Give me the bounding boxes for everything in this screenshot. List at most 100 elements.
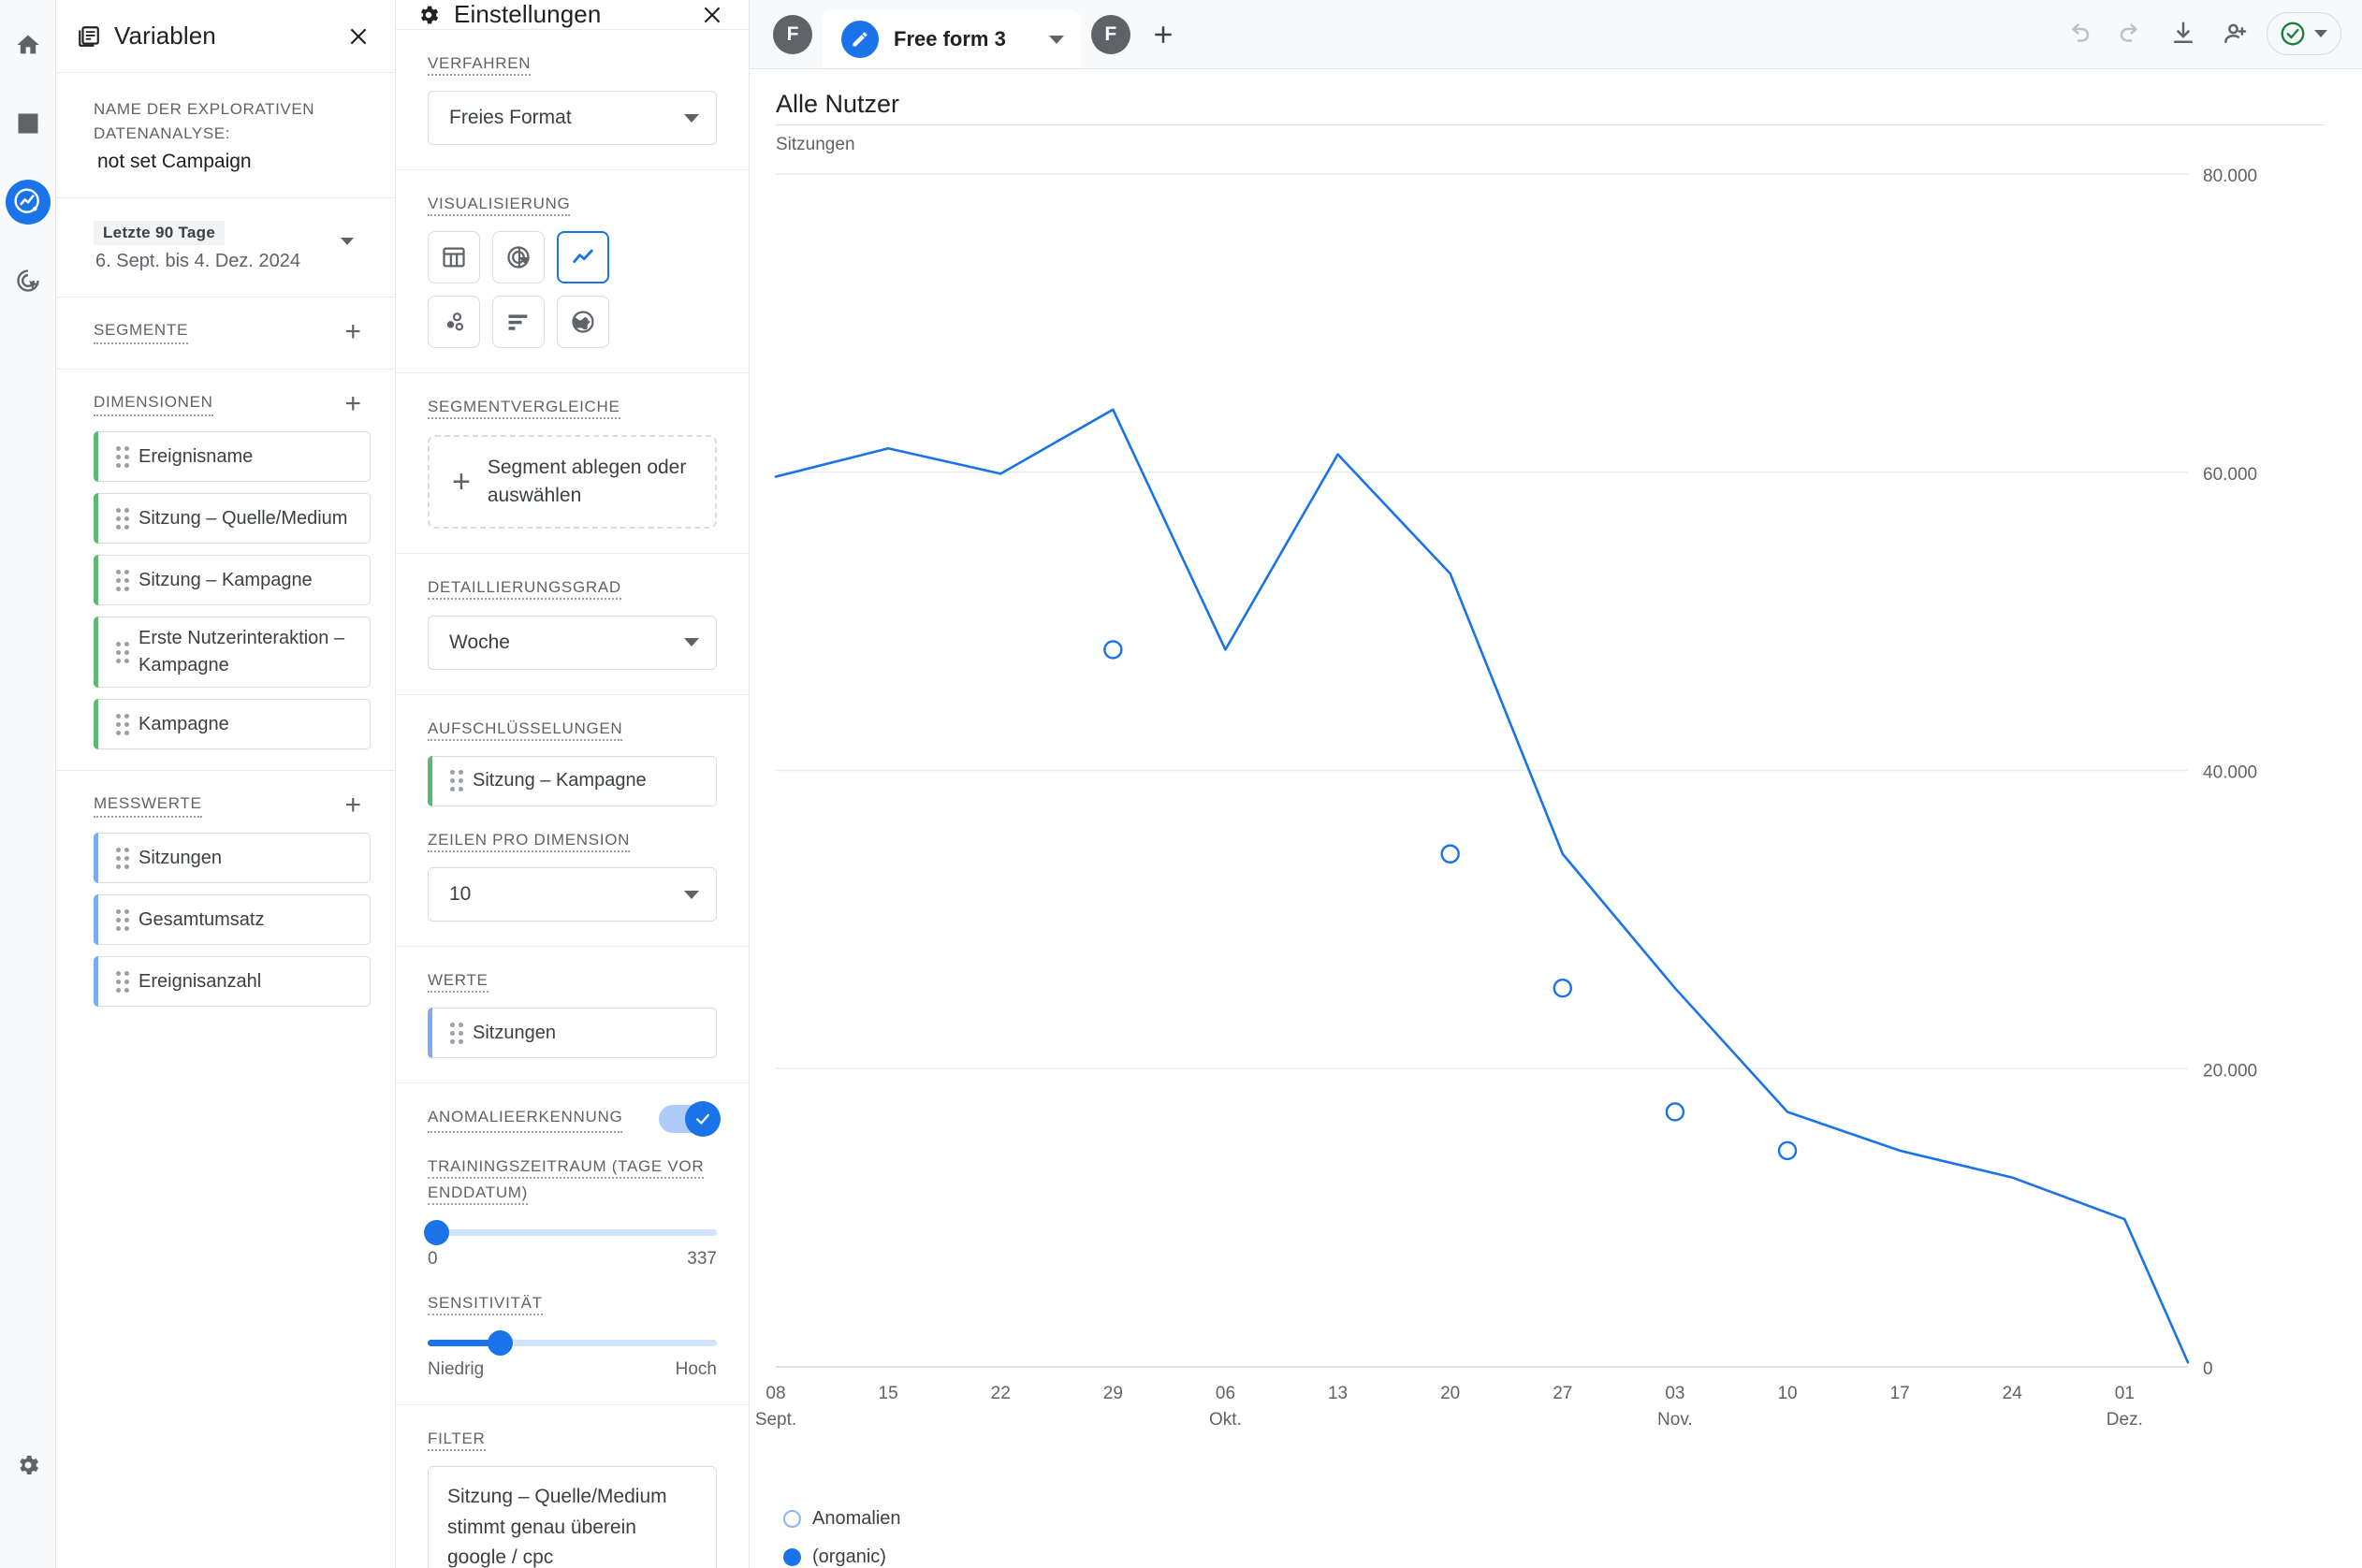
sidebar-item-advertising[interactable] <box>6 258 51 303</box>
filter-card[interactable]: Sitzung – Quelle/Medium stimmt genau übe… <box>428 1466 717 1568</box>
sensitivity-label: SENSITIVITÄT <box>428 1293 543 1315</box>
granularity-select[interactable]: Woche <box>428 615 717 670</box>
sidebar-item-admin[interactable] <box>6 1443 51 1488</box>
visualization-block: VISUALISIERUNG <box>396 170 749 374</box>
line-chart-plot[interactable]: 0 20.000 40.000 60.000 80.000 08 Sept. 15 22 29 06… <box>750 155 2362 1493</box>
chevron-down-icon[interactable] <box>1048 35 1064 44</box>
add-metric-button[interactable]: + <box>339 791 367 820</box>
settings-panel-title: Einstellungen <box>454 0 602 28</box>
gear-icon <box>19 1455 38 1475</box>
sensitivity-slider[interactable]: Niedrig Hoch <box>428 1329 717 1380</box>
undo-icon[interactable] <box>2057 12 2100 55</box>
drag-handle-icon[interactable] <box>107 713 139 735</box>
drag-handle-icon[interactable] <box>441 1022 473 1044</box>
tab-free-form-left[interactable]: F <box>766 8 819 61</box>
drag-handle-icon[interactable] <box>107 445 139 468</box>
status-check-icon <box>2281 22 2305 46</box>
geo-viz-icon[interactable] <box>557 296 609 349</box>
metric-chip[interactable]: Gesamtumsatz <box>94 894 371 945</box>
tab-free-form-right[interactable]: F <box>1085 8 1137 61</box>
tab-label: Free form 3 <box>894 27 1006 51</box>
metrics-title: MESSWERTE <box>94 794 202 818</box>
dimension-label: Kampagne <box>139 713 229 734</box>
dimension-label: Ereignisname <box>139 445 254 467</box>
share-user-icon[interactable] <box>2214 12 2257 55</box>
settings-panel-header: Einstellungen <box>396 0 749 30</box>
variables-panel-header: Variablen <box>56 0 395 73</box>
sidebar-item-reports[interactable] <box>6 101 51 146</box>
plus-icon: + <box>452 464 471 500</box>
dimension-chip[interactable]: Kampagne <box>94 699 371 749</box>
segment-drop-text: Segment ablegen oder auswählen <box>487 456 687 506</box>
legend-label: Anomalien <box>812 1508 901 1529</box>
status-badge[interactable] <box>2267 12 2341 55</box>
value-chip[interactable]: Sitzungen <box>428 1008 717 1059</box>
drag-handle-icon[interactable] <box>441 770 473 792</box>
legend-item-organic[interactable]: (organic) <box>783 1546 2362 1568</box>
legend-item-anomalies[interactable]: Anomalien <box>783 1508 2362 1530</box>
date-range-block[interactable]: Letzte 90 Tage 6. Sept. bis 4. Dez. 2024 <box>56 198 395 298</box>
chart-container: Alle Nutzer Sitzungen 0 20.000 40.000 60.00… <box>750 69 2362 1568</box>
rows-per-dimension-select[interactable]: 10 <box>428 867 717 922</box>
drag-handle-icon[interactable] <box>107 847 139 869</box>
training-period-label: TRAININGSZEITRAUM (TAGE VOR ENDDATUM) <box>428 1157 705 1205</box>
dimension-chip[interactable]: Sitzung – Kampagne <box>94 555 371 605</box>
technique-select[interactable]: Freies Format <box>428 91 717 146</box>
drag-handle-icon[interactable] <box>107 507 139 530</box>
breakdown-chip[interactable]: Sitzung – Kampagne <box>428 755 717 806</box>
dimension-chip[interactable]: Sitzung – Quelle/Medium <box>94 493 371 544</box>
breakdowns-label: AUFSCHLÜSSELUNGEN <box>428 719 623 741</box>
home-icon <box>16 35 39 54</box>
drag-handle-icon[interactable] <box>107 908 139 931</box>
donut-viz-icon[interactable] <box>492 231 545 284</box>
series-marker-icon <box>783 1548 801 1566</box>
series-line-organic <box>774 408 2190 1364</box>
visualization-label: VISUALISIERUNG <box>428 195 571 217</box>
add-segment-button[interactable]: + <box>339 318 367 346</box>
drag-handle-icon[interactable] <box>107 641 139 663</box>
rows-per-dimension-value: 10 <box>449 883 472 905</box>
drag-handle-icon[interactable] <box>107 569 139 591</box>
sidebar-item-home[interactable] <box>6 22 51 67</box>
scatter-viz-icon[interactable] <box>428 296 480 349</box>
anomaly-detection-block: ANOMALIEERKENNUNG TRAININGSZEITRAUM (TAG… <box>396 1083 749 1405</box>
metric-chip[interactable]: Ereignisanzahl <box>94 956 371 1007</box>
chevron-down-icon[interactable] <box>341 238 354 245</box>
training-period-min: 0 <box>428 1248 438 1269</box>
exploration-name-value[interactable]: not set Campaign <box>94 151 371 173</box>
chevron-down-icon <box>684 890 699 899</box>
close-icon[interactable] <box>700 3 724 27</box>
top-toolbar: F Free form 3 F <box>750 0 2362 69</box>
metric-label: Sitzungen <box>139 847 222 868</box>
anomaly-point-marker <box>1553 978 1572 998</box>
edit-pencil-icon <box>841 21 879 58</box>
segment-drop-target[interactable]: + Segment ablegen oder auswählen <box>428 434 717 530</box>
anomaly-detection-toggle[interactable] <box>659 1100 721 1137</box>
explore-icon <box>13 188 39 213</box>
sidebar-item-explore[interactable] <box>5 180 51 225</box>
technique-value: Freies Format <box>449 107 572 129</box>
metric-label: Gesamtumsatz <box>139 908 265 930</box>
download-icon[interactable] <box>2162 12 2205 55</box>
line-viz-icon[interactable] <box>557 231 609 284</box>
segment-comparison-label: SEGMENTVERGLEICHE <box>428 398 620 420</box>
granularity-value: Woche <box>449 631 510 653</box>
training-period-slider[interactable]: 0 337 <box>424 1219 717 1270</box>
tab-free-form-3[interactable]: Free form 3 <box>823 10 1081 68</box>
bar-viz-icon[interactable] <box>492 296 545 349</box>
dimension-chip[interactable]: Ereignisname <box>94 431 371 482</box>
close-icon[interactable] <box>346 24 371 49</box>
metric-chip[interactable]: Sitzungen <box>94 833 371 883</box>
dimension-chip[interactable]: Erste Nutzerinteraktion – Kampagne <box>94 617 371 688</box>
chart-title: Alle Nutzer <box>776 90 900 118</box>
redo-icon[interactable] <box>2109 12 2152 55</box>
add-tab-button[interactable] <box>1137 8 1189 61</box>
anomaly-marker-icon <box>783 1510 801 1528</box>
drag-handle-icon[interactable] <box>107 970 139 993</box>
table-viz-icon[interactable] <box>428 231 480 284</box>
exploration-name-block: NAME DER EXPLORATIVEN DATENANALYSE: not … <box>56 73 395 198</box>
value-label: Sitzungen <box>473 1022 556 1043</box>
add-dimension-button[interactable]: + <box>339 390 367 418</box>
toolbar-actions <box>2057 12 2341 68</box>
settings-panel: Einstellungen VERFAHREN Freies Format VI… <box>396 0 750 1568</box>
